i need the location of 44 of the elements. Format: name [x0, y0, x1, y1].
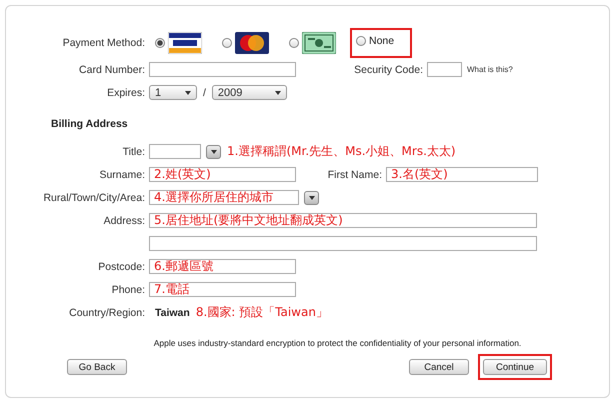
first-name-field[interactable]: 3.名(英文)	[386, 167, 538, 182]
privacy-note: Apple uses industry-standard encryption to protect the confidentiality of your personal information.	[152, 338, 522, 348]
field-label: First Name:	[326, 168, 382, 180]
radio-button[interactable]	[222, 38, 232, 48]
field-label: Country/Region:	[68, 306, 145, 318]
city-field[interactable]: 4.選擇你所居住的城市	[149, 190, 299, 205]
security-code-field[interactable]	[427, 62, 462, 77]
card-icon	[302, 32, 336, 54]
annotation: 1.選擇稱謂(Mr.先生、Ms.小姐、Mrs.太太)	[227, 143, 456, 160]
radio-button[interactable]	[356, 36, 366, 46]
form-button[interactable]: Cancel	[409, 359, 469, 375]
field-label: Card Number:	[78, 64, 145, 76]
field-label: Postcode:	[97, 260, 145, 272]
field-label: Security Code:	[353, 64, 423, 76]
dropdown-button[interactable]	[206, 144, 221, 158]
postcode-field[interactable]: 6.郵遞區號	[149, 259, 296, 274]
card-number-field[interactable]	[149, 62, 296, 77]
card-icon	[168, 32, 202, 54]
address-field[interactable]: 5.居住地址(要將中文地址翻成英文)	[149, 213, 537, 228]
field-label: Payment Method:	[62, 37, 145, 49]
help-link[interactable]: What is this?	[467, 65, 513, 74]
field-label: Rural/Town/City/Area:	[42, 192, 145, 204]
form-button[interactable]: Go Back	[67, 359, 127, 375]
address-field[interactable]	[149, 236, 537, 251]
dropdown-button[interactable]	[304, 190, 319, 204]
form-button[interactable]: Continue	[483, 359, 547, 375]
country-value: Taiwan	[155, 306, 190, 318]
annotation: 8.國家: 預設「Taiwan」	[196, 304, 328, 321]
field-label: Surname:	[98, 168, 145, 180]
field-label: Expires:	[106, 86, 145, 98]
radio-button[interactable]	[289, 38, 299, 48]
field-label: Phone:	[110, 284, 145, 296]
radio-button[interactable]	[155, 38, 165, 48]
year-dropdown[interactable]: 2009	[212, 85, 287, 100]
month-dropdown[interactable]: 1	[149, 85, 197, 100]
card-icon	[235, 32, 269, 54]
surname-field[interactable]: 2.姓(英文)	[149, 167, 296, 182]
separator: /	[203, 86, 206, 98]
field-label: Title:	[122, 146, 145, 158]
field-label: Address:	[102, 214, 145, 226]
section-heading: Billing Address	[51, 118, 129, 130]
title-field[interactable]	[149, 144, 201, 159]
phone-field[interactable]: 7.電話	[149, 282, 296, 297]
option-label: None	[369, 35, 394, 47]
